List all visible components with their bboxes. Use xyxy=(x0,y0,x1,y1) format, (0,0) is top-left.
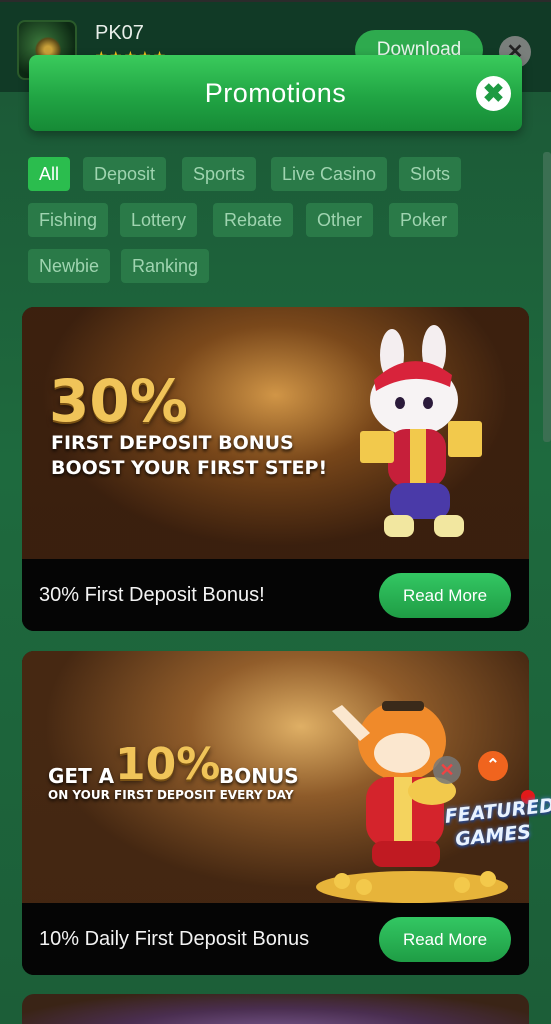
banner-line: BOOST YOUR FIRST STEP! xyxy=(51,457,328,479)
app-name: PK07 xyxy=(95,22,144,44)
close-icon[interactable]: ✖ xyxy=(476,76,511,111)
filter-chip-ranking[interactable]: Ranking xyxy=(121,249,210,283)
promo-title: 30% First Deposit Bonus! xyxy=(39,584,265,606)
promo-title: 10% Daily First Deposit Bonus xyxy=(39,928,310,950)
filter-chip-live-casino[interactable]: Live Casino xyxy=(271,157,388,191)
filter-chip-lottery[interactable]: Lottery xyxy=(120,203,198,237)
filter-chip-newbie[interactable]: Newbie xyxy=(28,249,111,283)
promo-card-footer: 30% First Deposit Bonus! Read More xyxy=(22,559,529,631)
banner-line: ON YOUR FIRST DEPOSIT EVERY DAY xyxy=(48,788,294,802)
filter-chip-all[interactable]: All xyxy=(28,157,71,191)
scroll-up-icon[interactable]: ⌃ xyxy=(478,751,508,781)
promo-card-footer: 10% Daily First Deposit Bonus Read More xyxy=(22,903,529,975)
filter-chip-deposit[interactable]: Deposit xyxy=(83,157,167,191)
promotions-title: Promotions xyxy=(204,78,347,108)
banner-line: FIRST DEPOSIT BONUS xyxy=(51,432,294,454)
promo-card[interactable]: 30% FIRST DEPOSIT BONUS BOOST YOUR FIRST… xyxy=(22,307,529,631)
filter-chip-poker[interactable]: Poker xyxy=(389,203,459,237)
banner-percentage: 10% xyxy=(115,739,221,790)
promotions-header: Promotions ✖ xyxy=(29,55,522,131)
promo-banner[interactable]: 30% FIRST DEPOSIT BONUS BOOST YOUR FIRST… xyxy=(22,307,529,559)
filter-chip-rebate[interactable]: Rebate xyxy=(213,203,294,237)
banner-line: GET A xyxy=(48,764,115,788)
banner-line: BONUS xyxy=(219,764,299,788)
filter-chip-other[interactable]: Other xyxy=(306,203,374,237)
promo-card[interactable] xyxy=(22,994,529,1024)
floating-close-icon[interactable]: ✕ xyxy=(433,756,461,784)
scrollbar[interactable] xyxy=(543,152,551,442)
read-more-button[interactable]: Read More xyxy=(379,917,511,962)
read-more-button[interactable]: Read More xyxy=(379,573,511,618)
filter-chip-slots[interactable]: Slots xyxy=(399,157,462,191)
featured-games-button[interactable]: FEATURED GAMES xyxy=(444,794,551,874)
banner-percentage: 30% xyxy=(49,367,188,435)
filter-chip-sports[interactable]: Sports xyxy=(182,157,257,191)
rabbit-mascot-icon xyxy=(360,325,482,537)
filter-chip-fishing[interactable]: Fishing xyxy=(28,203,109,237)
